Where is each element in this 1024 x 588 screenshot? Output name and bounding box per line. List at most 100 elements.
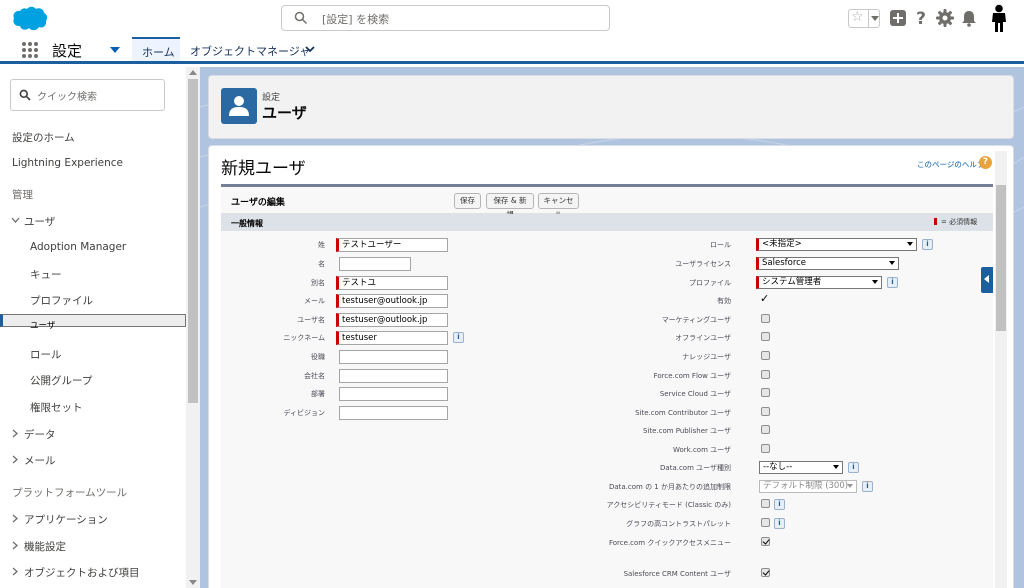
save-and-new-button[interactable]: 保存 & 新規 [486, 193, 534, 219]
sidebar-scrollbar[interactable] [186, 67, 200, 588]
sidebar-item-label: 管理 [12, 189, 33, 201]
info-icon[interactable]: i [887, 277, 898, 288]
select-dropdown[interactable]: システム管理者 [756, 276, 882, 289]
sidebar-item-label: 権限セット [30, 402, 83, 414]
checkbox[interactable] [761, 499, 770, 508]
help-icon[interactable]: ? [912, 9, 930, 27]
quick-find-input[interactable]: クイック検索 [10, 79, 165, 111]
sidebar-scrollbar-thumb[interactable] [188, 79, 198, 403]
sidebar-item[interactable]: データ [0, 421, 186, 447]
user-edit-block-header: ユーザの編集 保存 保存 & 新規 キャンセル [221, 187, 993, 219]
app-menu-chevron-down-icon[interactable] [110, 47, 120, 53]
user-avatar-icon[interactable] [989, 4, 1009, 32]
text-input[interactable]: testuser@outlook.jp [336, 294, 448, 308]
field-label: 有効 [717, 297, 731, 305]
sidebar-item[interactable]: キュー [0, 261, 186, 287]
global-search[interactable]: [設定] を検索 [281, 5, 610, 31]
info-icon[interactable]: i [848, 462, 859, 473]
sidebar-item-label: メール [24, 455, 56, 467]
scroll-down-arrow-icon[interactable] [189, 580, 197, 585]
info-icon[interactable]: i [922, 239, 933, 250]
gear-icon[interactable] [936, 9, 954, 27]
chevron-down-icon[interactable] [871, 16, 879, 21]
checkbox[interactable] [761, 568, 770, 577]
sidebar-item-label: アプリケーション [24, 514, 108, 526]
select-dropdown[interactable]: --なし-- [759, 461, 843, 474]
sidebar-item[interactable]: 設定のホーム [0, 124, 186, 150]
tab-object-manager[interactable]: オブジェクトマネージャ [190, 43, 310, 59]
text-input[interactable] [339, 387, 448, 401]
sidebar-item[interactable]: 権限セット [0, 394, 186, 420]
select-dropdown[interactable]: Salesforce [756, 257, 899, 270]
info-icon[interactable]: i [862, 481, 873, 492]
chevron-right-icon[interactable] [11, 541, 18, 550]
checkbox[interactable] [761, 314, 770, 323]
new-user-page: 新規ユーザ このページのヘルプ ? ユーザの編集 保存 保存 & 新規 キャンセ… [208, 145, 1014, 588]
sidebar-item[interactable]: オブジェクトおよび項目 [0, 559, 186, 585]
chevron-right-icon[interactable] [11, 567, 18, 576]
field-label: Site.com Contributor ユーザ [635, 409, 731, 417]
field-label: マーケティングユーザ [661, 316, 731, 324]
info-icon[interactable]: i [774, 499, 785, 510]
field-label: Force.com Flow ユーザ [653, 372, 731, 380]
checkbox[interactable] [761, 444, 770, 453]
sidebar-item[interactable]: Lightning Experience [0, 151, 186, 177]
cancel-button[interactable]: キャンセル [538, 193, 579, 219]
select-dropdown[interactable]: <未指定> [756, 238, 917, 251]
app-launcher-icon[interactable] [22, 42, 38, 58]
text-input[interactable] [339, 257, 411, 271]
sidebar-item[interactable]: Adoption Manager [0, 235, 186, 261]
checkbox[interactable] [761, 351, 770, 360]
tab-home[interactable]: ホーム [132, 37, 180, 64]
field-label: グラフの高コントラストパレット [626, 520, 731, 528]
sidebar-item[interactable]: メール [0, 447, 186, 473]
text-input[interactable]: テストユーザー [336, 238, 448, 252]
help-circle-icon[interactable]: ? [979, 156, 992, 169]
chevron-right-icon[interactable] [11, 429, 18, 438]
text-input[interactable] [339, 369, 448, 383]
checkbox[interactable] [761, 518, 770, 527]
favorites-button[interactable]: ☆ [848, 9, 880, 28]
chevron-down-icon[interactable] [11, 216, 20, 225]
star-icon: ☆ [851, 9, 864, 25]
checkbox[interactable] [761, 370, 770, 379]
sidebar-item[interactable]: ロール [0, 341, 186, 367]
text-input[interactable]: テストユ [336, 276, 448, 290]
checkbox[interactable] [761, 425, 770, 434]
sidebar-item[interactable]: プロファイル [0, 287, 186, 313]
sidebar-item: プラットフォームツール [0, 479, 186, 505]
page-header: 設定 ユーザ [208, 75, 1014, 139]
page-help-link[interactable]: このページのヘルプ [917, 159, 984, 170]
page-scrollbar-thumb[interactable] [996, 185, 1006, 331]
checkbox[interactable] [761, 388, 770, 397]
sidebar-item-label: プロファイル [30, 295, 93, 307]
text-input[interactable] [339, 406, 448, 420]
save-button[interactable]: 保存 [454, 193, 481, 209]
checkbox[interactable] [761, 332, 770, 341]
chevron-down-icon[interactable] [305, 44, 315, 54]
select-dropdown: デフォルト制限 (300) [759, 480, 857, 493]
text-input[interactable]: testuser@outlook.jp [336, 313, 448, 327]
text-input[interactable]: testuser [336, 331, 448, 345]
sidebar-item[interactable]: 公開グループ [0, 367, 186, 393]
info-icon[interactable]: i [453, 332, 464, 343]
sidebar-item[interactable]: ユーザ [0, 208, 186, 234]
scroll-up-arrow-icon[interactable] [189, 70, 197, 75]
app-name: 設定 [52, 42, 83, 60]
info-icon[interactable]: i [774, 518, 785, 529]
chevron-right-icon[interactable] [11, 455, 18, 464]
page-scrollbar[interactable] [995, 151, 1007, 588]
chevron-down-icon [889, 261, 895, 265]
user-profile-icon [221, 88, 257, 124]
global-actions-icon[interactable] [889, 9, 907, 27]
sidebar-item[interactable]: 機能設定 [0, 533, 186, 559]
chevron-right-icon[interactable] [11, 514, 18, 523]
checkbox[interactable] [761, 537, 770, 546]
collapse-panel-tab[interactable] [980, 266, 994, 294]
salesforce-logo-icon[interactable] [12, 6, 48, 31]
text-input[interactable] [339, 350, 448, 364]
sidebar-item[interactable]: アプリケーション [0, 506, 186, 532]
notifications-bell-icon[interactable] [960, 9, 978, 27]
sidebar-item[interactable]: ユーザ [0, 314, 186, 331]
checkbox[interactable] [761, 407, 770, 416]
